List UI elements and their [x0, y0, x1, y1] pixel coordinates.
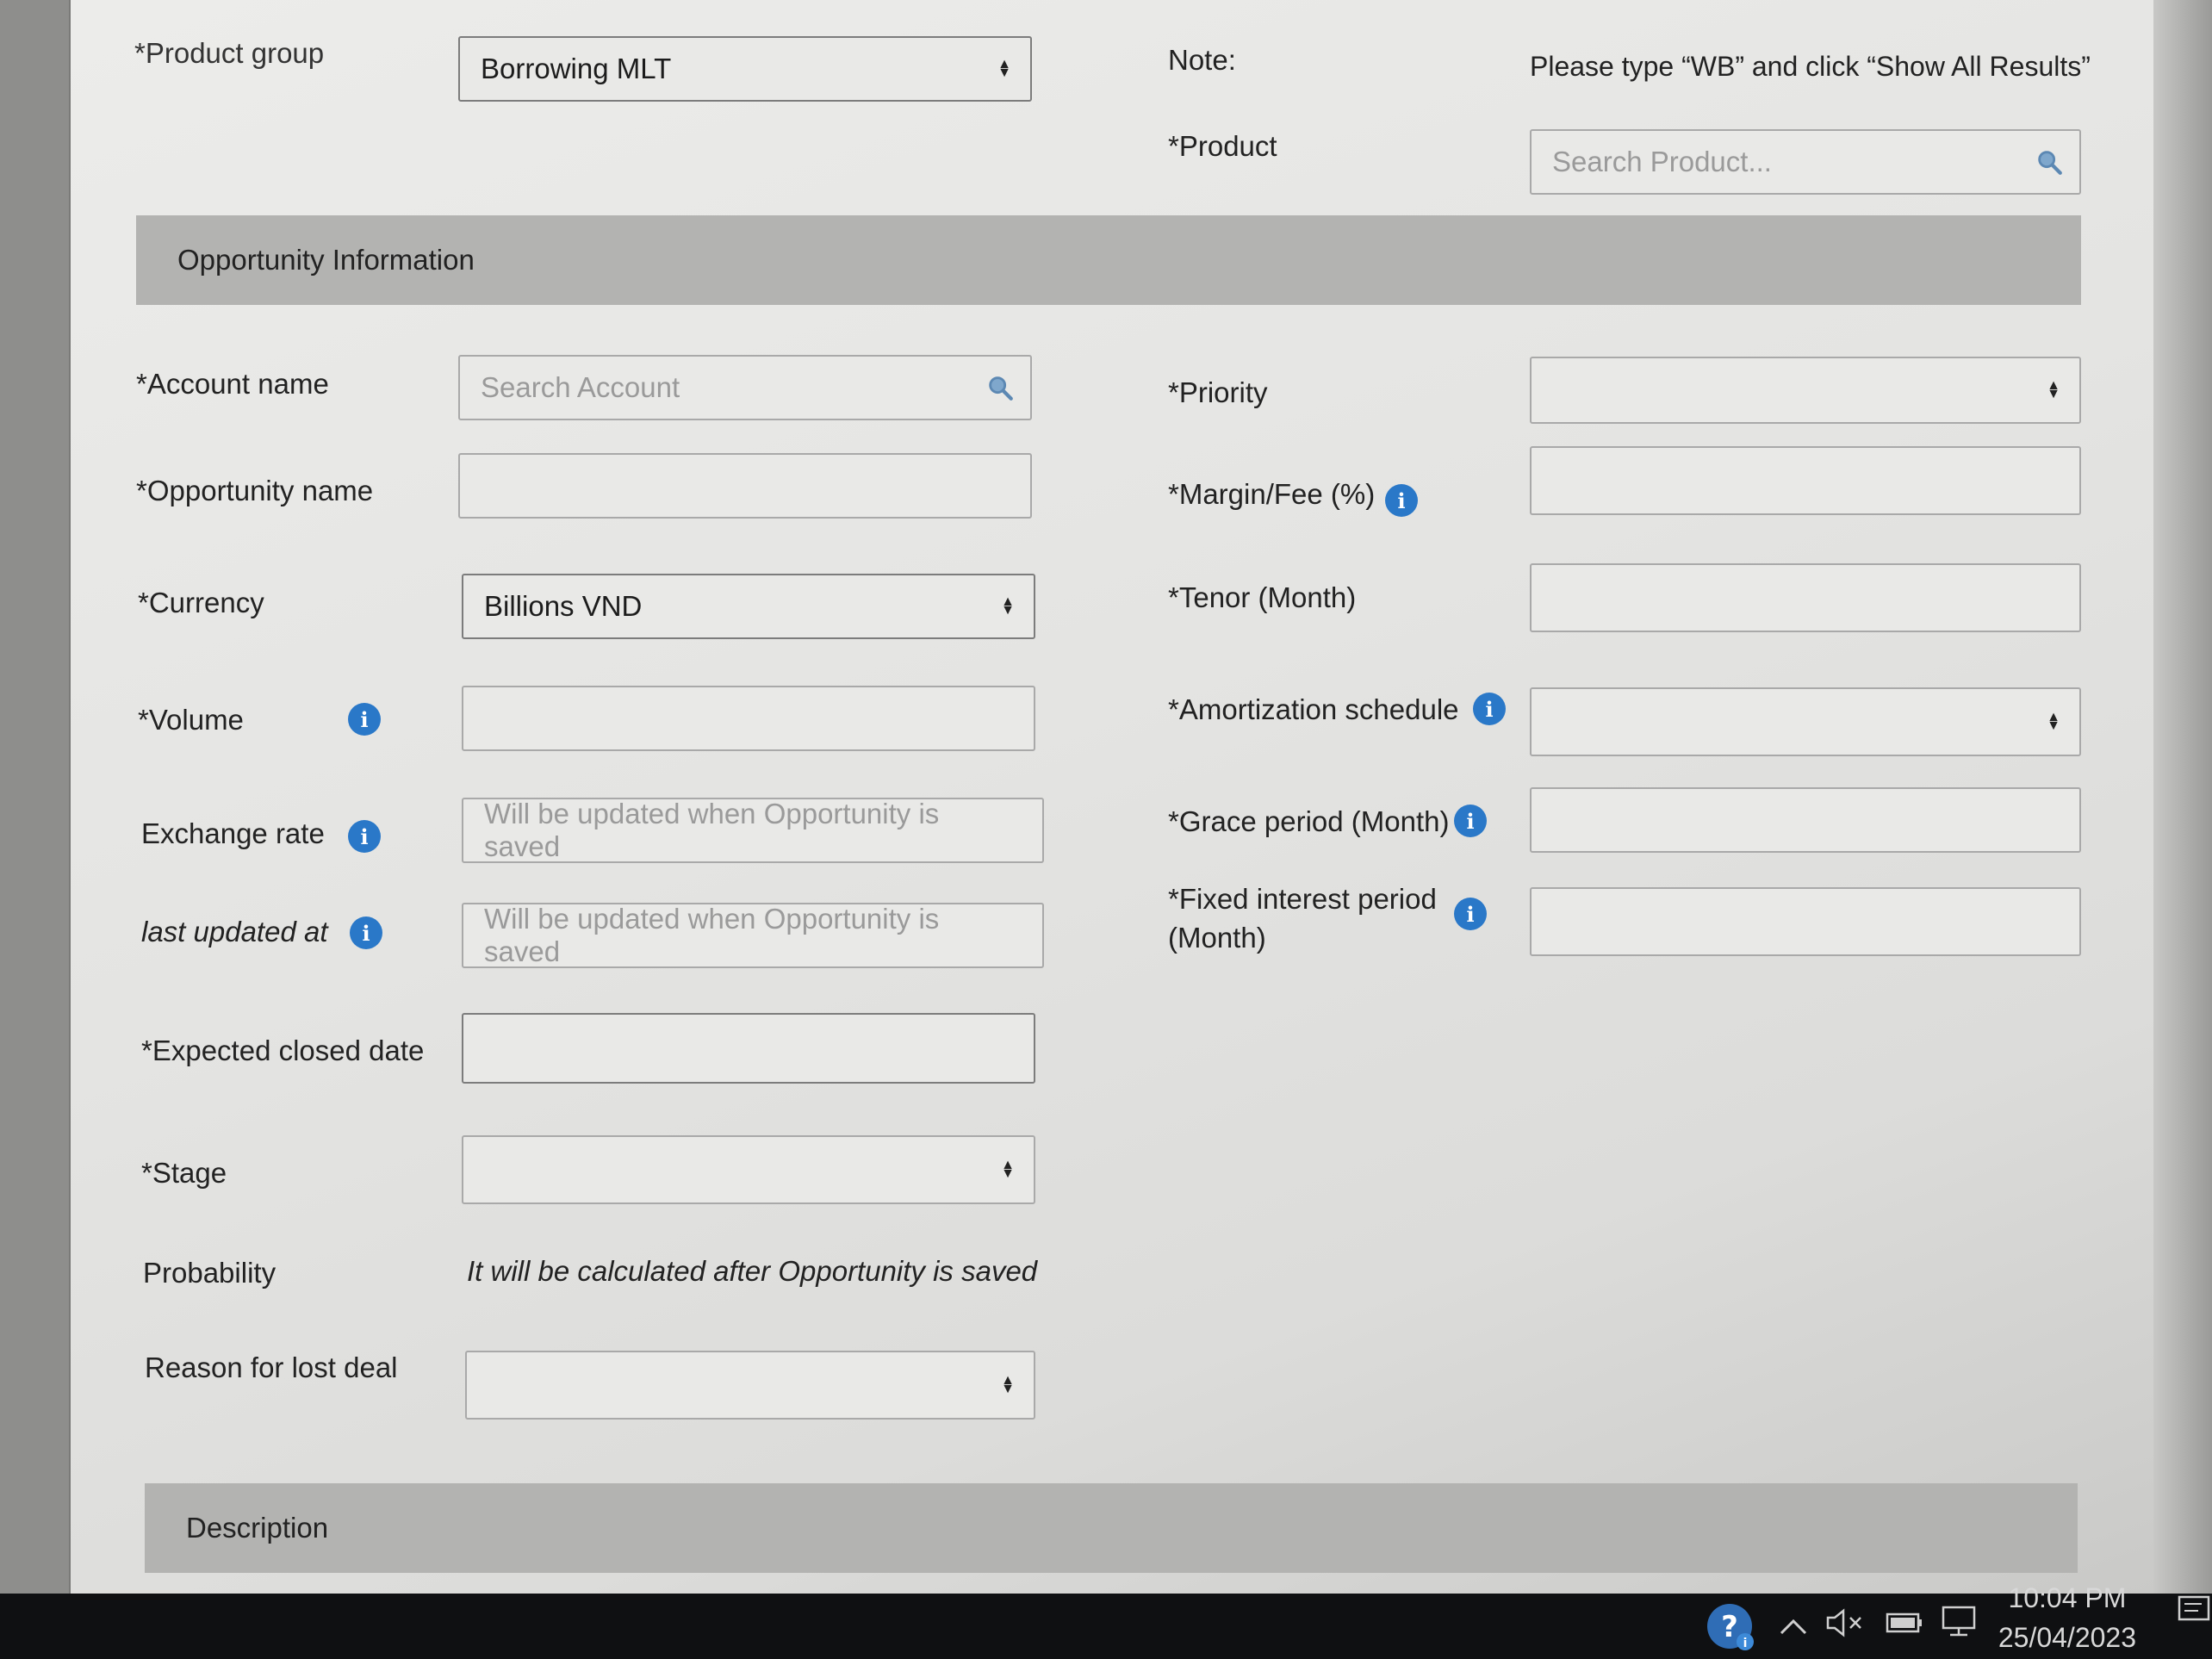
fixed-interest-label-line2: (Month): [1168, 921, 1266, 954]
exchange-rate-placeholder: Will be updated when Opportunity is save…: [484, 798, 940, 862]
search-icon[interactable]: [2035, 147, 2064, 177]
notification-icon[interactable]: [2176, 1592, 2212, 1631]
description-title: Description: [186, 1512, 329, 1544]
account-name-label: *Account name: [136, 368, 329, 400]
product-group-select[interactable]: Borrowing MLT ▲ ▼: [458, 36, 1032, 102]
expected-closed-date-input[interactable]: [462, 1013, 1035, 1084]
currency-label: *Currency: [138, 587, 264, 618]
priority-select[interactable]: ▲ ▼: [1530, 357, 2081, 424]
reason-lost-label: Reason for lost deal: [145, 1351, 398, 1383]
tenor-input[interactable]: [1530, 563, 2081, 632]
amortization-select[interactable]: ▲ ▼: [1530, 687, 2081, 756]
account-search-placeholder: Search Account: [481, 371, 680, 403]
select-arrows-icon: ▲ ▼: [1001, 1158, 1015, 1181]
info-icon[interactable]: i: [1454, 805, 1487, 837]
svg-text:i: i: [1743, 1637, 1748, 1650]
taskbar-clock[interactable]: 10:04 PM 25/04/2023: [1998, 1578, 2136, 1658]
clock-date: 25/04/2023: [1998, 1622, 2136, 1654]
fixed-interest-label-line1: *Fixed interest period: [1168, 883, 1437, 915]
info-icon[interactable]: i: [1385, 484, 1418, 517]
note-text: Please type “WB” and click “Show All Res…: [1530, 51, 2091, 82]
last-updated-label: last updated at: [141, 916, 328, 948]
stage-select[interactable]: ▲ ▼: [462, 1135, 1035, 1204]
product-search-input[interactable]: Search Product...: [1530, 129, 2081, 195]
note-label: Note:: [1168, 44, 1236, 76]
network-icon[interactable]: [1938, 1602, 1981, 1640]
chevron-up-icon[interactable]: [1776, 1611, 1811, 1640]
search-icon[interactable]: [985, 373, 1015, 402]
amortization-label: *Amortization schedule: [1168, 693, 1459, 725]
currency-value: Billions VND: [484, 590, 643, 622]
opportunity-name-label: *Opportunity name: [136, 475, 374, 506]
select-arrows-icon: ▲ ▼: [2047, 710, 2060, 733]
stage-label: *Stage: [141, 1157, 227, 1189]
opportunity-information-header: Opportunity Information: [136, 215, 2081, 305]
select-arrows-icon: ▲ ▼: [2047, 378, 2060, 401]
volume-input[interactable]: [462, 686, 1035, 751]
info-icon[interactable]: i: [350, 916, 382, 949]
expected-closed-date-label: *Expected closed date: [141, 1035, 425, 1066]
probability-label: Probability: [143, 1257, 276, 1289]
opportunity-name-input[interactable]: [458, 453, 1032, 519]
help-icon[interactable]: ? i: [1704, 1600, 1759, 1656]
fixed-interest-label: *Fixed interest period (Month): [1168, 880, 1437, 957]
margin-fee-label: *Margin/Fee (%): [1168, 478, 1376, 510]
select-arrows-icon: ▲ ▼: [1001, 1373, 1015, 1396]
product-group-value: Borrowing MLT: [481, 53, 672, 84]
description-header: Description: [145, 1483, 2078, 1573]
last-updated-input: Will be updated when Opportunity is save…: [462, 903, 1044, 968]
info-icon[interactable]: i: [1473, 693, 1506, 725]
account-search-input[interactable]: Search Account: [458, 355, 1032, 420]
clock-time: 10:04 PM: [2008, 1582, 2127, 1613]
currency-select[interactable]: Billions VND ▲ ▼: [462, 574, 1035, 639]
product-search-placeholder: Search Product...: [1552, 146, 1772, 177]
reason-lost-select[interactable]: ▲ ▼: [465, 1351, 1035, 1420]
grace-period-input[interactable]: [1530, 787, 2081, 853]
product-label: *Product: [1168, 130, 1277, 162]
speaker-muted-icon[interactable]: [1824, 1606, 1871, 1640]
fixed-interest-input[interactable]: [1530, 887, 2081, 956]
volume-label: *Volume: [138, 704, 244, 736]
margin-fee-input[interactable]: [1530, 446, 2081, 515]
select-arrows-icon: ▲ ▼: [1001, 594, 1015, 618]
screen-edge: [2153, 0, 2212, 1594]
tenor-label: *Tenor (Month): [1168, 581, 1357, 613]
info-icon[interactable]: i: [348, 703, 381, 736]
grace-period-label: *Grace period (Month): [1168, 805, 1450, 837]
info-icon[interactable]: i: [348, 820, 381, 853]
priority-label: *Priority: [1168, 376, 1268, 408]
exchange-rate-input: Will be updated when Opportunity is save…: [462, 798, 1044, 863]
info-icon[interactable]: i: [1454, 898, 1487, 930]
opportunity-information-title: Opportunity Information: [177, 244, 475, 276]
taskbar: [0, 1594, 2212, 1659]
battery-icon[interactable]: [1885, 1609, 1924, 1637]
last-updated-placeholder: Will be updated when Opportunity is save…: [484, 903, 940, 967]
product-group-label: *Product group: [134, 37, 325, 69]
select-arrows-icon: ▲ ▼: [997, 57, 1011, 80]
exchange-rate-label: Exchange rate: [141, 817, 325, 849]
probability-text: It will be calculated after Opportunity …: [467, 1255, 1038, 1287]
svg-text:?: ?: [1721, 1610, 1738, 1644]
